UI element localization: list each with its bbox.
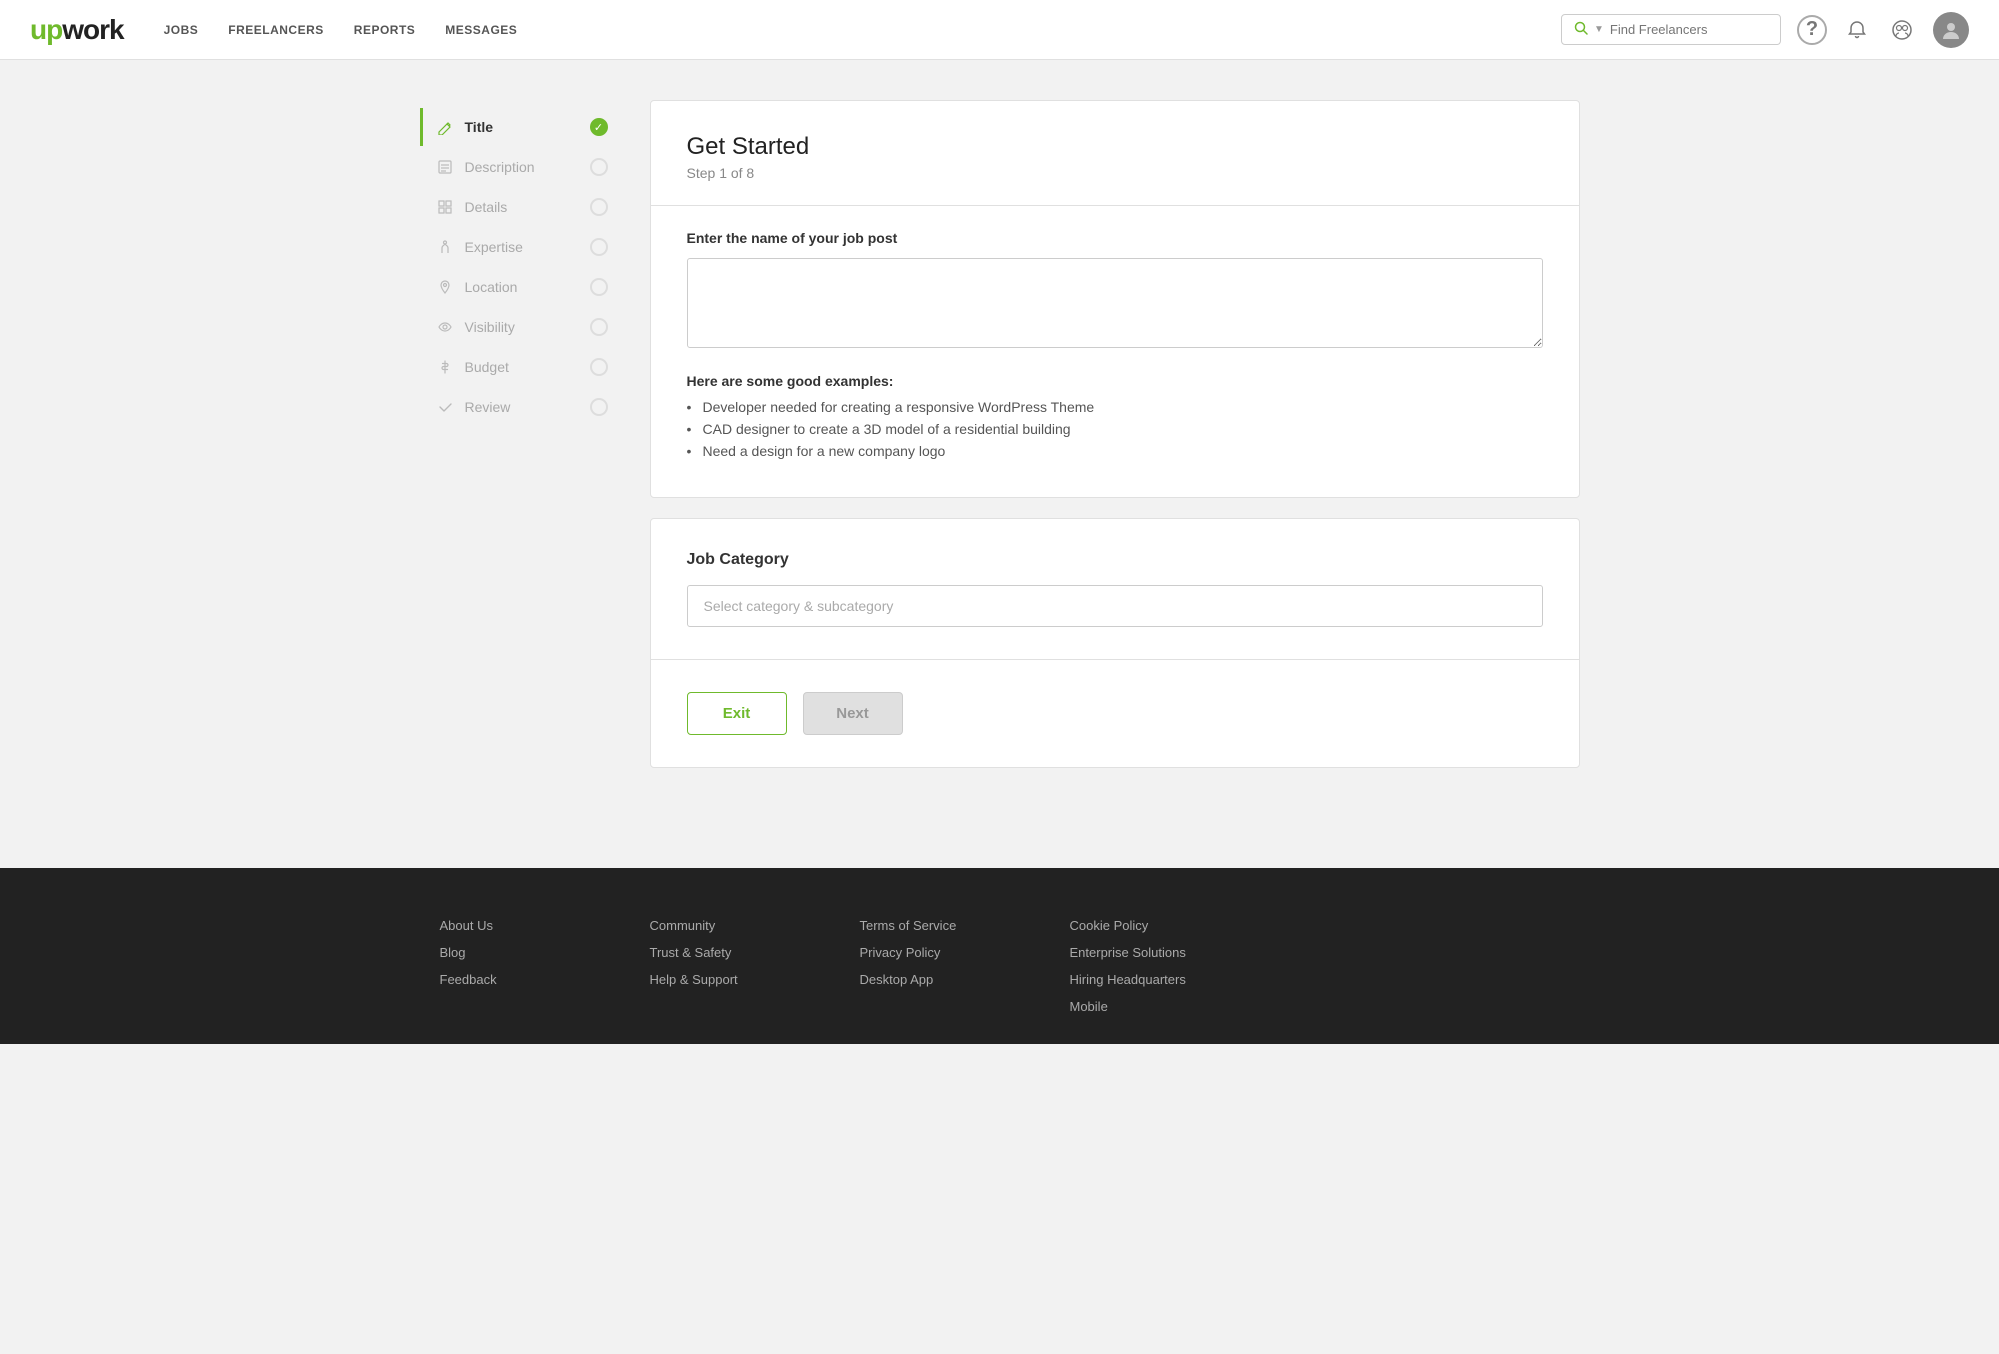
visibility-check (590, 318, 608, 336)
location-check (590, 278, 608, 296)
example-item: Need a design for a new company logo (687, 443, 1543, 459)
get-started-card: Get Started Step 1 of 8 Enter the name o… (650, 100, 1580, 498)
content-area: Get Started Step 1 of 8 Enter the name o… (620, 100, 1580, 788)
switch-account-button[interactable] (1887, 15, 1917, 45)
search-box[interactable]: ▼ (1561, 14, 1781, 45)
footer-col-2: Community Trust & Safety Help & Support (650, 918, 800, 1014)
logo[interactable]: upwork (30, 14, 124, 46)
sidebar-review-label: Review (465, 399, 590, 415)
search-dropdown-icon[interactable]: ▼ (1594, 24, 1604, 35)
example-item: CAD designer to create a 3D model of a r… (687, 421, 1543, 437)
sidebar-expertise-label: Expertise (465, 239, 590, 255)
sidebar-budget-label: Budget (465, 359, 590, 375)
location-icon (435, 279, 455, 295)
footer-help-support[interactable]: Help & Support (650, 972, 800, 987)
next-button[interactable]: Next (803, 692, 903, 735)
footer-col-3: Terms of Service Privacy Policy Desktop … (860, 918, 1010, 1014)
footer-desktop-app[interactable]: Desktop App (860, 972, 1010, 987)
visibility-icon (435, 319, 455, 335)
sidebar-item-budget[interactable]: Budget (420, 348, 620, 386)
examples-section: Here are some good examples: Developer n… (687, 373, 1543, 459)
logo-text: upwork (30, 14, 124, 46)
help-button[interactable]: ? (1797, 15, 1827, 45)
job-post-field-label: Enter the name of your job post (687, 230, 1543, 246)
footer-mobile[interactable]: Mobile (1070, 999, 1220, 1014)
category-label: Job Category (687, 551, 1543, 569)
main-wrapper: Title ✓ Description (400, 60, 1600, 828)
sidebar-item-description[interactable]: Description (420, 148, 620, 186)
budget-check (590, 358, 608, 376)
sidebar-visibility-label: Visibility (465, 319, 590, 335)
footer-terms[interactable]: Terms of Service (860, 918, 1010, 933)
card-title: Get Started (687, 133, 1543, 161)
sidebar-item-visibility[interactable]: Visibility (420, 308, 620, 346)
budget-icon (435, 359, 455, 375)
nav-jobs[interactable]: Jobs (164, 23, 199, 37)
expertise-icon (435, 239, 455, 255)
expertise-check (590, 238, 608, 256)
sidebar-details-label: Details (465, 199, 590, 215)
sidebar-item-review[interactable]: Review (420, 388, 620, 426)
header-right: ▼ ? (1561, 12, 1969, 48)
header: upwork Jobs Freelancers Reports Messages… (0, 0, 1999, 60)
card-subtitle: Step 1 of 8 (687, 165, 1543, 181)
exit-button[interactable]: Exit (687, 692, 787, 735)
footer-trust-safety[interactable]: Trust & Safety (650, 945, 800, 960)
sidebar-item-title[interactable]: Title ✓ (420, 108, 620, 146)
search-input[interactable] (1610, 22, 1768, 37)
footer-inner: About Us Blog Feedback Community Trust &… (400, 918, 1600, 1014)
footer: About Us Blog Feedback Community Trust &… (0, 868, 1999, 1044)
nav-reports[interactable]: Reports (354, 23, 416, 37)
sidebar-item-details[interactable]: Details (420, 188, 620, 226)
footer-privacy[interactable]: Privacy Policy (860, 945, 1010, 960)
footer-community[interactable]: Community (650, 918, 800, 933)
footer-enterprise[interactable]: Enterprise Solutions (1070, 945, 1220, 960)
divider-1 (651, 205, 1579, 206)
job-title-textarea[interactable] (687, 258, 1543, 348)
footer-col-1: About Us Blog Feedback (440, 918, 590, 1014)
examples-heading: Here are some good examples: (687, 373, 1543, 389)
description-check (590, 158, 608, 176)
details-check (590, 198, 608, 216)
notifications-button[interactable] (1843, 16, 1871, 44)
sidebar: Title ✓ Description (420, 100, 620, 788)
footer-cookie[interactable]: Cookie Policy (1070, 918, 1220, 933)
sidebar-title-label: Title (465, 119, 590, 135)
search-icon (1574, 21, 1588, 38)
title-icon (435, 119, 455, 135)
footer-col-4: Cookie Policy Enterprise Solutions Hirin… (1070, 918, 1220, 1014)
job-category-card: Job Category Select category & subcatego… (650, 518, 1580, 768)
examples-list: Developer needed for creating a responsi… (687, 399, 1543, 459)
sidebar-item-location[interactable]: Location (420, 268, 620, 306)
nav-freelancers[interactable]: Freelancers (228, 23, 324, 37)
footer-about-us[interactable]: About Us (440, 918, 590, 933)
example-item: Developer needed for creating a responsi… (687, 399, 1543, 415)
footer-feedback[interactable]: Feedback (440, 972, 590, 987)
sidebar-location-label: Location (465, 279, 590, 295)
main-nav: Jobs Freelancers Reports Messages (164, 23, 1561, 37)
review-icon (435, 399, 455, 415)
category-select[interactable]: Select category & subcategory (687, 585, 1543, 627)
sidebar-item-expertise[interactable]: Expertise (420, 228, 620, 266)
title-check: ✓ (590, 118, 608, 136)
sidebar-description-label: Description (465, 159, 590, 175)
footer-hiring-hq[interactable]: Hiring Headquarters (1070, 972, 1220, 987)
buttons-row: Exit Next (687, 684, 1543, 735)
description-icon (435, 159, 455, 175)
nav-messages[interactable]: Messages (445, 23, 517, 37)
footer-blog[interactable]: Blog (440, 945, 590, 960)
user-avatar[interactable] (1933, 12, 1969, 48)
divider-2 (651, 659, 1579, 660)
details-icon (435, 199, 455, 215)
review-check (590, 398, 608, 416)
